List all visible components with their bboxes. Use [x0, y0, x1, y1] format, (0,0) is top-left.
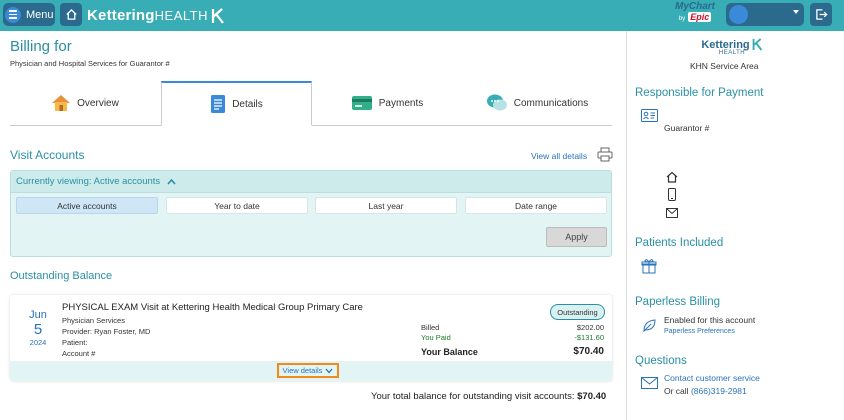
visit-date: Jun 5 2024	[24, 310, 52, 347]
responsible-heading: Responsible for Payment	[635, 87, 764, 99]
contact-customer-service-link[interactable]: Contact customer service	[664, 373, 760, 383]
logout-button[interactable]	[810, 3, 832, 26]
home-icon	[666, 171, 678, 183]
apply-button[interactable]: Apply	[546, 227, 607, 247]
filter-toggle[interactable]: Currently viewing: Active accounts	[11, 171, 611, 193]
visit-patient: Patient:	[62, 338, 88, 347]
chevron-up-icon	[167, 178, 176, 185]
logout-icon	[815, 9, 828, 20]
home-icon	[65, 8, 77, 20]
visit-service: Physician Services	[62, 316, 125, 325]
page-title: Billing for	[10, 38, 72, 55]
mobile-phone-icon	[668, 188, 676, 201]
patient-gift-icon	[641, 259, 657, 274]
total-balance-line: Your total balance for outstanding visit…	[371, 391, 606, 402]
filter-last-year[interactable]: Last year	[315, 197, 457, 214]
avatar	[729, 5, 748, 24]
or-call-label: Or call	[664, 386, 689, 396]
tab-payments-label: Payments	[378, 97, 424, 109]
visit-year: 2024	[29, 338, 47, 347]
chevron-down-icon	[793, 10, 799, 14]
balance-value: $70.40	[573, 346, 604, 357]
view-all-details-link[interactable]: View all details	[531, 151, 587, 161]
view-details-button[interactable]: View details	[277, 363, 339, 378]
mychart-epic-logo: MyChart by Epic	[675, 2, 715, 27]
service-area: KHN Service Area	[690, 61, 759, 71]
page-subtitle: Physician and Hospital Services for Guar…	[10, 59, 170, 68]
patients-included-heading: Patients Included	[635, 237, 724, 249]
visit-provider: Provider: Ryan Foster, MD	[62, 327, 151, 336]
filter-heading: Currently viewing: Active accounts	[16, 176, 161, 187]
user-menu-button[interactable]	[726, 3, 804, 26]
credit-card-icon	[351, 95, 373, 111]
visit-accounts-heading: Visit Accounts	[10, 148, 85, 162]
filter-year-to-date[interactable]: Year to date	[166, 197, 308, 214]
phone-link[interactable]: (866)319-2981	[691, 386, 747, 396]
mychart-text: MyChart	[675, 1, 716, 12]
sidebar-logo-kettering: Kettering	[701, 38, 750, 51]
outstanding-balance-heading: Outstanding Balance	[10, 270, 113, 282]
questions-heading: Questions	[635, 355, 687, 367]
tab-overview[interactable]: Overview	[10, 81, 160, 125]
chevron-down-icon	[325, 368, 333, 373]
envelope-icon	[641, 377, 658, 389]
menu-button[interactable]: Menu	[3, 3, 55, 26]
mychart-by-text: by	[678, 16, 686, 22]
paperless-preferences-link[interactable]: Paperless Preferences	[664, 328, 735, 335]
epic-text: Epic	[688, 12, 712, 22]
tab-payments[interactable]: Payments	[312, 81, 462, 125]
top-bar: Menu Kettering HEALTH MyChart by Epic	[0, 0, 844, 31]
visit-month: Jun	[29, 309, 47, 321]
document-icon	[210, 94, 226, 114]
visit-account: Account #	[62, 349, 96, 358]
tab-communications[interactable]: Communications	[462, 81, 612, 125]
leaf-icon	[643, 319, 656, 333]
tab-communications-label: Communications	[513, 97, 589, 109]
view-details-label: View details	[282, 366, 323, 375]
print-button[interactable]	[597, 147, 613, 165]
logo-health-text: HEALTH	[154, 8, 208, 23]
balance-label: Your Balance	[421, 347, 478, 357]
account-filter-panel: Currently viewing: Active accounts Activ…	[10, 170, 612, 257]
tab-details[interactable]: Details	[161, 81, 312, 126]
total-balance-text: Your total balance for outstanding visit…	[371, 391, 575, 402]
filter-date-range[interactable]: Date range	[465, 197, 607, 214]
logo-mark-icon	[752, 38, 762, 51]
visit-account-card: Jun 5 2024 PHYSICAL EXAM Visit at Ketter…	[10, 295, 612, 381]
sidebar-kettering-logo: Kettering HEALTH	[692, 38, 772, 56]
printer-icon	[597, 147, 613, 162]
chat-bubbles-icon	[486, 93, 508, 113]
kettering-health-logo[interactable]: Kettering HEALTH	[87, 7, 225, 24]
logo-kettering-text: Kettering	[87, 7, 155, 24]
or-call-text: Or call (866)319-2981	[664, 386, 747, 396]
filter-active-accounts[interactable]: Active accounts	[16, 197, 158, 214]
logo-mark-icon	[211, 7, 224, 24]
status-badge: Outstanding	[550, 304, 605, 320]
home-button[interactable]	[60, 3, 82, 26]
guarantor-text: Guarantor #	[664, 123, 710, 133]
billed-value: $202.00	[576, 323, 604, 332]
id-card-icon	[641, 109, 658, 122]
hamburger-icon	[5, 6, 21, 23]
paid-value: -$131.60	[574, 333, 604, 342]
billed-label: Billed	[421, 323, 440, 332]
billing-tabs: Overview Details Payments Communications	[10, 81, 612, 126]
visit-title: PHYSICAL EXAM Visit at Kettering Health …	[62, 302, 363, 313]
tab-overview-label: Overview	[77, 97, 119, 109]
total-balance-value: $70.40	[577, 391, 607, 402]
house-icon	[51, 94, 71, 112]
paperless-billing-heading: Paperless Billing	[635, 296, 721, 308]
menu-label: Menu	[26, 8, 54, 21]
paid-label: You Paid	[421, 333, 451, 342]
tab-details-label: Details	[232, 98, 263, 110]
paperless-status: Enabled for this account	[664, 315, 756, 325]
mail-icon	[666, 208, 678, 218]
visit-day: 5	[33, 321, 43, 338]
